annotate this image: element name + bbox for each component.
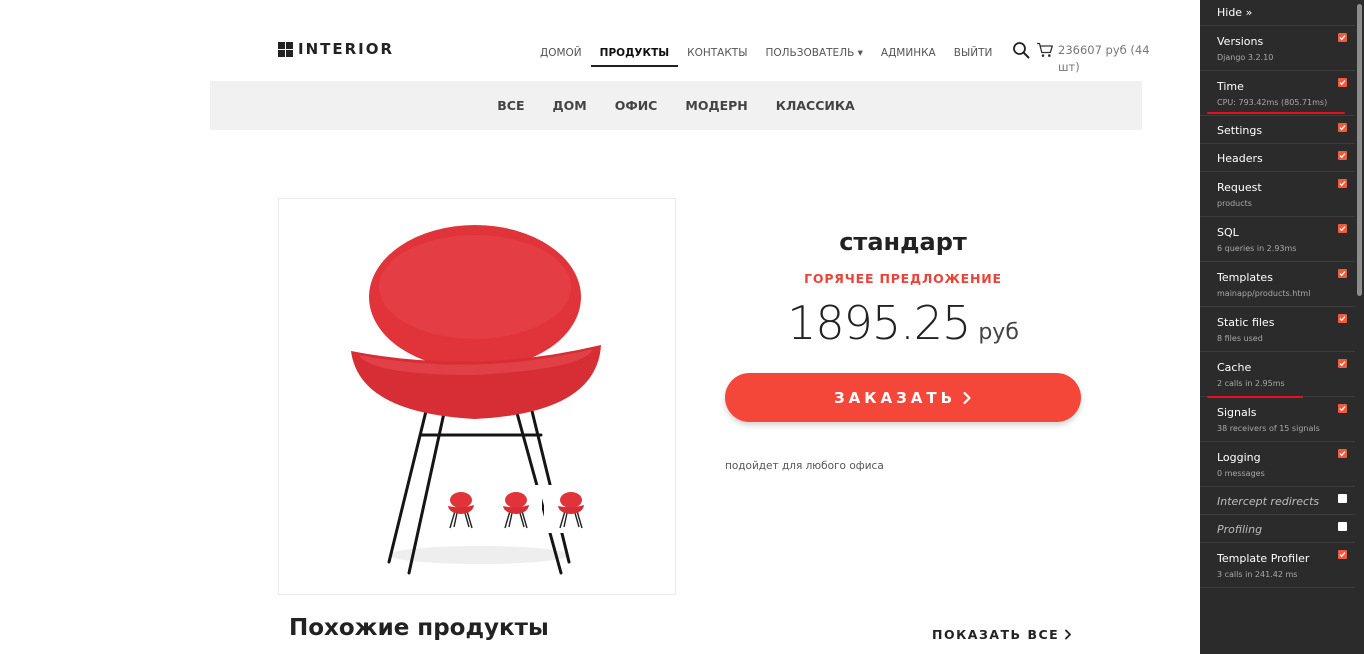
hide-toolbar-button[interactable]: Hide » xyxy=(1200,0,1364,26)
panel-subtitle: mainapp/products.html xyxy=(1217,289,1311,298)
panel-checkbox[interactable] xyxy=(1338,359,1347,368)
check-icon xyxy=(1339,451,1346,457)
check-icon xyxy=(1339,181,1346,187)
panel-subtitle: 6 queries in 2.93ms xyxy=(1217,244,1297,253)
check-icon xyxy=(1339,552,1346,558)
panel-template-profiler[interactable]: Template Profiler 3 calls in 241.42 ms xyxy=(1200,543,1364,588)
main-nav: домой продукты контакты пользователь ▾ а… xyxy=(531,45,1001,67)
chair-thumbnail-icon xyxy=(447,492,474,529)
logo-grid-icon xyxy=(278,41,293,57)
panel-settings[interactable]: Settings xyxy=(1200,116,1364,144)
check-icon xyxy=(1339,226,1346,232)
nav-item-contacts[interactable]: контакты xyxy=(678,45,756,67)
cart-summary[interactable]: 236607 руб (44 шт) xyxy=(1058,42,1150,76)
check-icon xyxy=(1339,271,1346,277)
debug-toolbar: Hide » Versions Django 3.2.10 Time CPU: … xyxy=(1200,0,1364,654)
product-description: подойдет для любого офиса xyxy=(725,460,884,472)
nav-item-admin[interactable]: админка xyxy=(872,45,945,67)
check-icon xyxy=(1339,406,1346,412)
panel-request[interactable]: Request products xyxy=(1200,172,1364,217)
logo-text: INTERIOR xyxy=(298,40,395,58)
check-icon xyxy=(1339,80,1346,86)
nav-item-products[interactable]: продукты xyxy=(590,45,679,67)
check-icon xyxy=(1339,153,1346,159)
panel-static-files[interactable]: Static files 8 files used xyxy=(1200,307,1364,352)
panel-intercept-redirects[interactable]: Intercept redirects xyxy=(1200,487,1364,515)
similar-products-heading: Похожие продукты xyxy=(289,615,549,641)
category-office[interactable]: ОФИС xyxy=(615,98,658,113)
panel-logging[interactable]: Logging 0 messages xyxy=(1200,442,1364,487)
chevron-right-icon xyxy=(1065,629,1072,640)
hot-offer-label: ГОРЯЧЕЕ ПРЕДЛОЖЕНИЕ xyxy=(804,271,1002,286)
panel-subtitle: CPU: 793.42ms (805.71ms) xyxy=(1217,98,1328,107)
panel-checkbox[interactable] xyxy=(1338,404,1347,413)
panel-subtitle: 2 calls in 2.95ms xyxy=(1217,379,1285,388)
panel-versions[interactable]: Versions Django 3.2.10 xyxy=(1200,26,1364,71)
panel-checkbox[interactable] xyxy=(1338,449,1347,458)
panel-subtitle: 8 files used xyxy=(1217,334,1263,343)
panel-subtitle: 38 receivers of 15 signals xyxy=(1217,424,1320,433)
panel-checkbox[interactable] xyxy=(1338,550,1347,559)
category-bar: ВСЕ ДОМ ОФИС МОДЕРН КЛАССИКА xyxy=(210,81,1142,130)
page: { "header": { "logo_text": "INTERIOR", "… xyxy=(0,0,1364,654)
check-icon xyxy=(1339,361,1346,367)
panel-checkbox[interactable] xyxy=(1338,151,1347,160)
nav-item-logout[interactable]: выйти xyxy=(945,45,1002,67)
category-classic[interactable]: КЛАССИКА xyxy=(776,98,855,113)
panel-subtitle: 0 messages xyxy=(1217,469,1265,478)
panel-profiling[interactable]: Profiling xyxy=(1200,515,1364,543)
check-icon xyxy=(1339,316,1346,322)
product-image xyxy=(278,198,676,595)
panel-signals[interactable]: Signals 38 receivers of 15 signals xyxy=(1200,397,1364,442)
annotation-underline-time xyxy=(1207,112,1345,114)
panel-checkbox[interactable] xyxy=(1338,179,1347,188)
nav-item-user-dropdown[interactable]: пользователь ▾ xyxy=(757,45,872,67)
cart-icon[interactable] xyxy=(1036,42,1054,58)
chair-thumbnail-icon xyxy=(557,492,584,529)
panel-checkbox[interactable] xyxy=(1338,494,1347,503)
logo[interactable]: INTERIOR xyxy=(278,40,394,58)
panel-checkbox[interactable] xyxy=(1338,224,1347,233)
thumbnail-item[interactable] xyxy=(489,485,542,533)
panel-checkbox[interactable] xyxy=(1338,123,1347,132)
panel-subtitle: products xyxy=(1217,199,1252,208)
panel-subtitle: 3 calls in 241.42 ms xyxy=(1217,570,1298,579)
category-modern[interactable]: МОДЕРН xyxy=(685,98,747,113)
thumbnail-item[interactable] xyxy=(434,485,487,533)
panel-checkbox[interactable] xyxy=(1338,78,1347,87)
panel-templates[interactable]: Templates mainapp/products.html xyxy=(1200,262,1364,307)
order-button[interactable]: ЗАКАЗАТЬ xyxy=(725,373,1081,422)
chevron-right-icon xyxy=(963,391,971,404)
category-all[interactable]: ВСЕ xyxy=(497,98,524,113)
panel-subtitle: Django 3.2.10 xyxy=(1217,53,1274,62)
product-thumbnails xyxy=(434,485,599,533)
panel-cache[interactable]: Cache 2 calls in 2.95ms xyxy=(1200,352,1364,397)
panel-checkbox[interactable] xyxy=(1338,522,1347,531)
panel-checkbox[interactable] xyxy=(1338,33,1347,42)
annotation-underline-cache xyxy=(1207,396,1303,398)
red-chair-image xyxy=(351,225,601,575)
order-button-label: ЗАКАЗАТЬ xyxy=(833,388,957,407)
price-amount: 1895.25 xyxy=(787,296,971,350)
chair-thumbnail-icon xyxy=(502,492,529,529)
show-all-link[interactable]: ПОКАЗАТЬ ВСЕ xyxy=(932,627,1072,642)
panel-sql[interactable]: SQL 6 queries in 2.93ms xyxy=(1200,217,1364,262)
check-icon xyxy=(1339,125,1346,131)
product-price: 1895.25 руб xyxy=(725,296,1081,350)
category-home[interactable]: ДОМ xyxy=(553,98,587,113)
panel-headers[interactable]: Headers xyxy=(1200,144,1364,172)
price-currency: руб xyxy=(978,320,1019,345)
scrollbar-thumb[interactable] xyxy=(1357,4,1362,296)
product-title: стандарт xyxy=(839,228,967,256)
thumbnail-item[interactable] xyxy=(544,485,597,533)
check-icon xyxy=(1339,35,1346,41)
search-icon[interactable] xyxy=(1012,41,1030,59)
panel-checkbox[interactable] xyxy=(1338,314,1347,323)
nav-item-home[interactable]: домой xyxy=(531,45,591,67)
panel-time[interactable]: Time CPU: 793.42ms (805.71ms) xyxy=(1200,71,1364,116)
panel-checkbox[interactable] xyxy=(1338,269,1347,278)
show-all-label: ПОКАЗАТЬ ВСЕ xyxy=(932,627,1060,642)
